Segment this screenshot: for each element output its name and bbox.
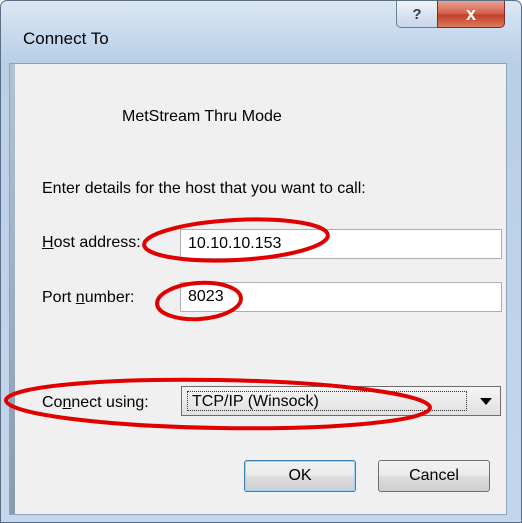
dialog-body: MetStream Thru Mode Enter details for th… [9, 63, 507, 515]
connect-using-label: Connect using: [42, 394, 149, 411]
connect-using-value: TCP/IP (Winsock) [187, 391, 467, 411]
cancel-button[interactable]: Cancel [378, 460, 490, 492]
connection-name: MetStream Thru Mode [122, 108, 282, 125]
host-address-input[interactable]: 10.10.10.153 [180, 229, 502, 259]
connect-to-dialog: Connect To ? x MetStream Thru Mode Enter… [0, 0, 522, 523]
close-icon: x [465, 3, 476, 24]
window-edge-strip [10, 64, 15, 514]
connect-using-select[interactable]: TCP/IP (Winsock) [181, 386, 501, 416]
port-number-input[interactable]: 8023 [180, 282, 502, 312]
help-icon: ? [412, 5, 422, 23]
window-title: Connect To [23, 29, 109, 48]
host-address-label: Host address: [42, 234, 141, 251]
help-button[interactable]: ? [396, 1, 438, 28]
chevron-down-icon[interactable] [480, 398, 492, 405]
title-bar[interactable]: Connect To ? x [1, 1, 521, 63]
prompt-text: Enter details for the host that you want… [42, 180, 366, 197]
close-button[interactable]: x [437, 1, 505, 28]
port-number-label: Port number: [42, 289, 135, 306]
ok-button[interactable]: OK [244, 460, 356, 492]
